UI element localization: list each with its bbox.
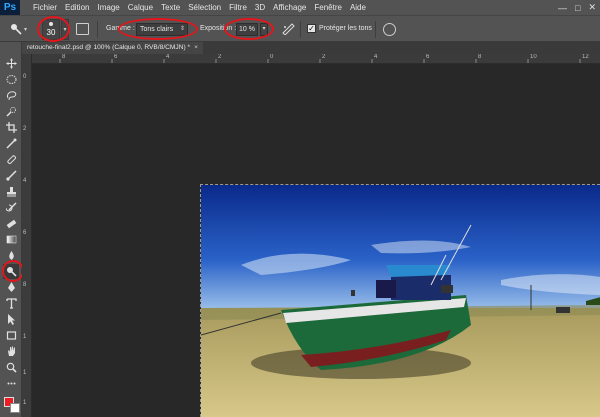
airbrush-icon[interactable]	[282, 23, 296, 36]
rectangle-tool-icon[interactable]	[3, 328, 19, 343]
ruler-label: 0	[23, 74, 27, 80]
healing-brush-icon[interactable]	[3, 152, 19, 167]
move-tool-icon[interactable]	[3, 56, 19, 71]
ruler-label: 6	[23, 230, 27, 236]
ruler-vertical[interactable]: 0 2 4 6 8 1 1 1	[22, 54, 32, 417]
close-tab-icon[interactable]: ×	[194, 44, 198, 51]
close-window-button[interactable]: ✕	[588, 2, 596, 13]
menu-bar: Ps Fichier Edition Image Calque Texte Sé…	[0, 0, 600, 15]
photoshop-logo: Ps	[0, 0, 20, 15]
ruler-horizontal[interactable]: 8 6 4 2 0 2 4 6 8 10 12	[32, 54, 600, 64]
menu-image[interactable]: Image	[93, 3, 123, 12]
burn-tool-icon	[11, 24, 22, 35]
ruler-label: 0	[270, 54, 274, 60]
document-title: retouche-final2.psd @ 100% (Calque 0, RV…	[27, 44, 191, 51]
background-color-swatch[interactable]	[10, 403, 20, 413]
toolbox	[0, 42, 24, 417]
menu-calque[interactable]: Calque	[124, 3, 157, 12]
divider	[375, 21, 376, 38]
highlight-range	[118, 18, 198, 40]
ruler-label: 8	[62, 54, 66, 60]
document-tab-bar: retouche-final2.psd @ 100% (Calque 0, RV…	[22, 42, 600, 54]
history-brush-icon[interactable]	[3, 200, 19, 215]
maximize-button[interactable]: □	[575, 3, 580, 13]
crop-tool-icon[interactable]	[3, 120, 19, 135]
path-select-icon[interactable]	[3, 312, 19, 327]
pressure-size-icon[interactable]	[383, 23, 396, 36]
menu-edition[interactable]: Edition	[61, 3, 93, 12]
brush-panel-toggle-icon[interactable]	[76, 23, 89, 35]
tool-preset-picker[interactable]: ▾	[10, 22, 32, 36]
highlight-exposure	[224, 18, 274, 40]
menu-filtre[interactable]: Filtre	[225, 3, 251, 12]
protect-tones-label: Protéger les tons	[319, 25, 372, 32]
eyedropper-tool-icon[interactable]	[3, 136, 19, 151]
protect-tones-checkbox[interactable]: ✓	[307, 24, 316, 33]
highlight-burn-tool	[2, 260, 24, 282]
ruler-label: 2	[218, 54, 222, 60]
window-controls: — □ ✕	[558, 0, 596, 15]
ruler-label: 6	[426, 54, 430, 60]
menu-fenetre[interactable]: Fenêtre	[310, 3, 346, 12]
chevron-down-icon: ▾	[24, 26, 28, 33]
ruler-label: 2	[23, 126, 27, 132]
pen-tool-icon[interactable]	[3, 280, 19, 295]
menu-texte[interactable]: Texte	[157, 3, 184, 12]
minimize-button[interactable]: —	[558, 3, 567, 13]
menu-affichage[interactable]: Affichage	[269, 3, 310, 12]
ruler-label: 8	[23, 282, 27, 288]
divider	[300, 21, 301, 38]
menu-aide[interactable]: Aide	[346, 3, 370, 12]
ruler-label: 1	[23, 370, 27, 376]
menu-3d[interactable]: 3D	[251, 3, 269, 12]
boat-photo	[201, 185, 600, 417]
zoom-tool-icon[interactable]	[3, 360, 19, 375]
ruler-label: 4	[166, 54, 170, 60]
gradient-tool-icon[interactable]	[3, 232, 19, 247]
ruler-label: 12	[582, 54, 589, 60]
eraser-tool-icon[interactable]	[3, 216, 19, 231]
ruler-label: 1	[23, 334, 27, 340]
type-tool-icon[interactable]	[3, 296, 19, 311]
divider	[97, 21, 98, 38]
ruler-label: 2	[322, 54, 326, 60]
ruler-label: 4	[23, 178, 27, 184]
hand-tool-icon[interactable]	[3, 344, 19, 359]
lasso-tool-icon[interactable]	[3, 88, 19, 103]
menu-fichier[interactable]: Fichier	[29, 3, 61, 12]
extra-tools-icon[interactable]	[3, 376, 19, 391]
ruler-label: 6	[114, 54, 118, 60]
ruler-label: 1	[23, 400, 27, 406]
ruler-label: 4	[374, 54, 378, 60]
ruler-label: 8	[478, 54, 482, 60]
clone-stamp-icon[interactable]	[3, 184, 19, 199]
menu-selection[interactable]: Sélection	[184, 3, 225, 12]
ruler-label: 10	[530, 54, 537, 60]
brush-tool-icon[interactable]	[3, 168, 19, 183]
marquee-tool-icon[interactable]	[3, 72, 19, 87]
document-image[interactable]	[200, 184, 600, 417]
quick-select-tool-icon[interactable]	[3, 104, 19, 119]
document-tab[interactable]: retouche-final2.psd @ 100% (Calque 0, RV…	[22, 42, 203, 54]
options-bar: ▾ 30 ▾ Gamme : Tons clairs ⇕ Exposition …	[0, 15, 600, 42]
highlight-brush-size	[37, 16, 70, 42]
